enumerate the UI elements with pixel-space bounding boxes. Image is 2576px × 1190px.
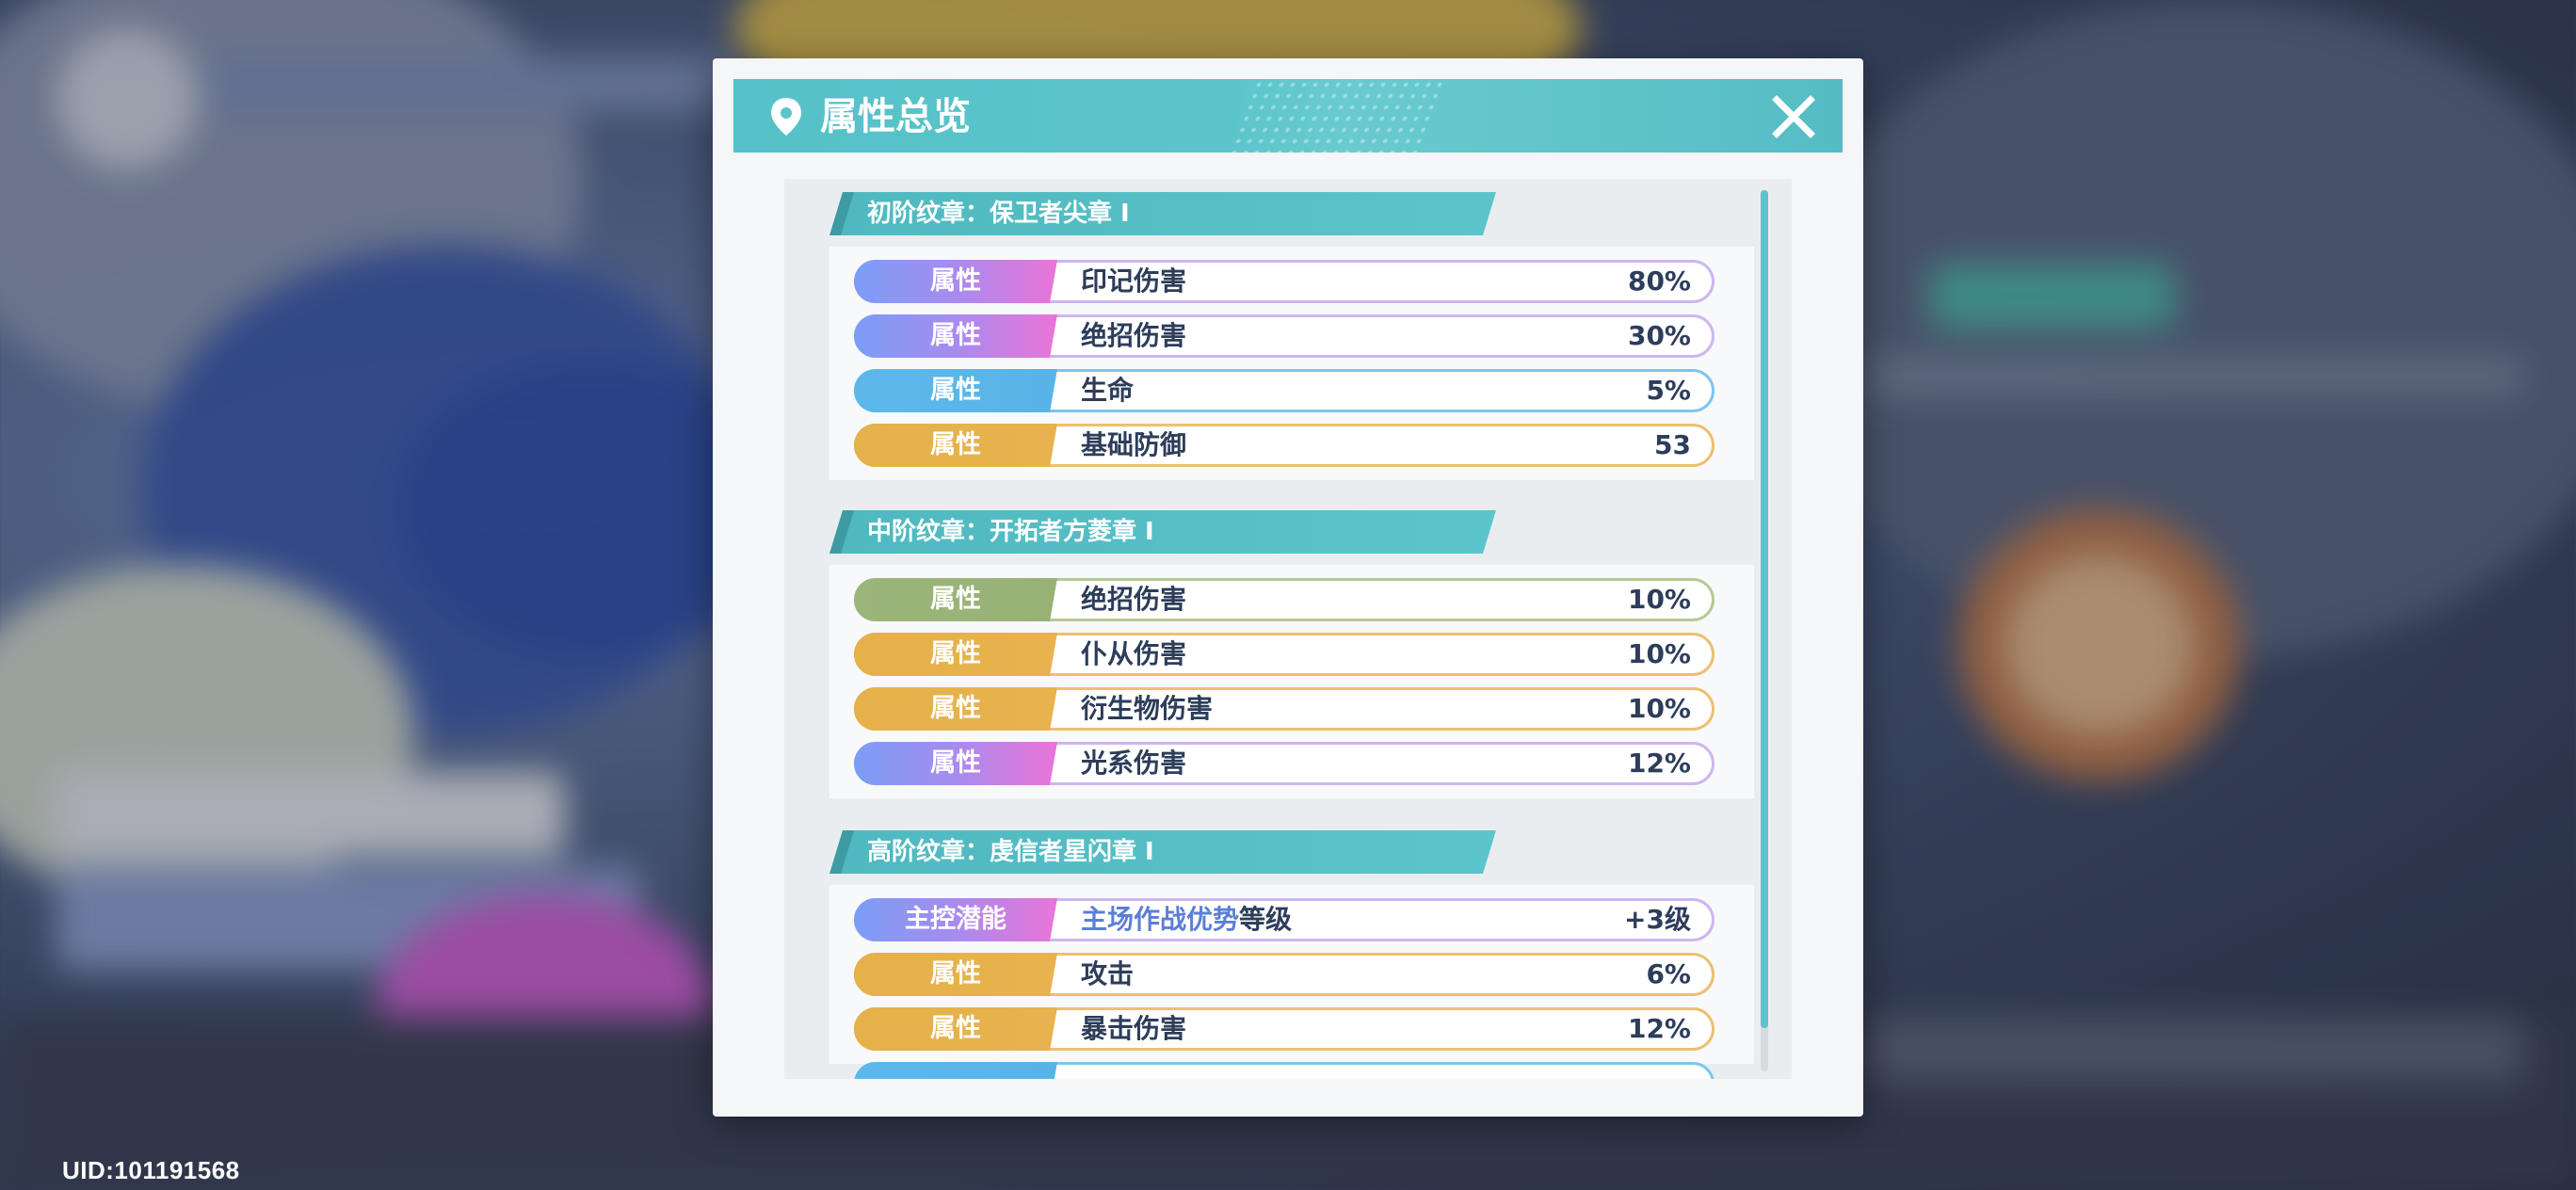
attribute-tag: 属性	[854, 953, 1057, 996]
attribute-name-suffix: 等级	[1239, 904, 1293, 935]
attribute-value: +3级	[1624, 904, 1691, 935]
attribute-name: 暴击伤害	[1081, 1013, 1187, 1044]
section-title-label: 高阶纹章：虔信者星闪章 Ⅰ	[867, 838, 1154, 866]
attribute-row: 属性 光系伤害 12%	[854, 742, 1715, 785]
header-dot-pattern	[1228, 79, 1444, 153]
attribute-tag: 属性	[854, 687, 1057, 731]
attribute-group: 属性 绝招伤害 10% 属性 仆从伤害 10% 属性 衍生物伤害 10% 属性 光系伤害 12%	[829, 565, 1754, 798]
attribute-tag: 属性	[854, 742, 1057, 785]
attribute-value: 10%	[1627, 693, 1691, 724]
section-title: 高阶纹章：虔信者星闪章 Ⅰ	[829, 830, 1496, 874]
uid-label: UID:101191568	[62, 1156, 240, 1184]
attribute-tag: 属性	[854, 578, 1057, 621]
attribute-row: 属性 攻击 6%	[854, 953, 1715, 996]
attribute-list-scroll-area[interactable]: 初阶纹章：保卫者尖章 Ⅰ 属性 印记伤害 80% 属性 绝招伤害 30% 属性 生命 5% 属性 基础…	[784, 179, 1792, 1079]
attribute-tag: 主控潜能	[854, 898, 1057, 941]
attribute-name: 衍生物伤害	[1081, 693, 1214, 724]
attribute-name-highlight[interactable]: 主场作战优势	[1081, 904, 1239, 935]
attribute-value: 80%	[1627, 265, 1691, 297]
attribute-value: 6%	[1646, 958, 1691, 989]
attribute-row-partial	[854, 1062, 1715, 1079]
attribute-name: 基础防御	[1081, 429, 1187, 460]
attribute-row: 属性 暴击伤害 12%	[854, 1007, 1715, 1051]
attribute-value: 30%	[1627, 320, 1691, 351]
attribute-row: 属性 仆从伤害 10%	[854, 633, 1715, 676]
attribute-value: 10%	[1627, 638, 1691, 669]
section-title: 初阶纹章：保卫者尖章 Ⅰ	[829, 192, 1496, 235]
close-icon[interactable]	[1767, 90, 1820, 143]
attribute-tag: 属性	[854, 1007, 1057, 1051]
attribute-value: 12%	[1627, 1013, 1691, 1044]
dialog-header: 属性总览	[733, 79, 1843, 153]
dialog-title: 属性总览	[820, 95, 971, 138]
attribute-name: 绝招伤害	[1081, 584, 1187, 615]
section-title-label: 中阶纹章：开拓者方菱章 Ⅰ	[867, 518, 1154, 546]
attribute-row: 属性 基础防御 53	[854, 424, 1715, 467]
attribute-value: 12%	[1627, 748, 1691, 779]
attribute-row: 属性 绝招伤害 10%	[854, 578, 1715, 621]
attribute-value: 5%	[1646, 375, 1691, 406]
attribute-group: 主控潜能 主场作战优势等级 +3级属性 攻击 6% 属性 暴击伤害 12%	[829, 885, 1754, 1079]
attribute-group: 属性 印记伤害 80% 属性 绝招伤害 30% 属性 生命 5% 属性 基础防御 53	[829, 247, 1754, 480]
attribute-name: 光系伤害	[1081, 748, 1187, 779]
attribute-row: 属性 生命 5%	[854, 369, 1715, 412]
attribute-value: 10%	[1627, 584, 1691, 615]
attribute-tag: 属性	[854, 633, 1057, 676]
location-pin-icon	[771, 98, 801, 136]
section-title-accent	[829, 192, 854, 235]
attribute-tag: 属性	[854, 424, 1057, 467]
attribute-value: 53	[1654, 429, 1691, 460]
attribute-tag: 属性	[854, 369, 1057, 412]
attribute-tag-partial	[854, 1062, 1057, 1079]
attribute-name: 绝招伤害	[1081, 320, 1187, 351]
attribute-tag: 属性	[854, 260, 1057, 303]
attribute-name: 攻击	[1081, 958, 1135, 989]
attribute-row: 属性 绝招伤害 30%	[854, 314, 1715, 358]
attribute-overview-dialog: 属性总览 初阶纹章：保卫者尖章 Ⅰ 属性 印记伤害 80% 属性 绝招伤害 30% 属性 生命 5…	[713, 58, 1863, 1117]
attribute-row: 属性 衍生物伤害 10%	[854, 687, 1715, 731]
attribute-name: 主场作战优势等级	[1081, 901, 1292, 939]
scrollbar-thumb[interactable]	[1761, 190, 1768, 1028]
attribute-name: 印记伤害	[1081, 265, 1187, 297]
section-title-accent	[829, 830, 854, 874]
section-title: 中阶纹章：开拓者方菱章 Ⅰ	[829, 510, 1496, 554]
attribute-row: 主控潜能 主场作战优势等级 +3级	[854, 898, 1715, 941]
attribute-name: 生命	[1081, 375, 1135, 406]
section-title-label: 初阶纹章：保卫者尖章 Ⅰ	[867, 200, 1130, 228]
attribute-row: 属性 印记伤害 80%	[854, 260, 1715, 303]
section-title-accent	[829, 510, 854, 554]
attribute-tag: 属性	[854, 314, 1057, 358]
attribute-name: 仆从伤害	[1081, 638, 1187, 669]
